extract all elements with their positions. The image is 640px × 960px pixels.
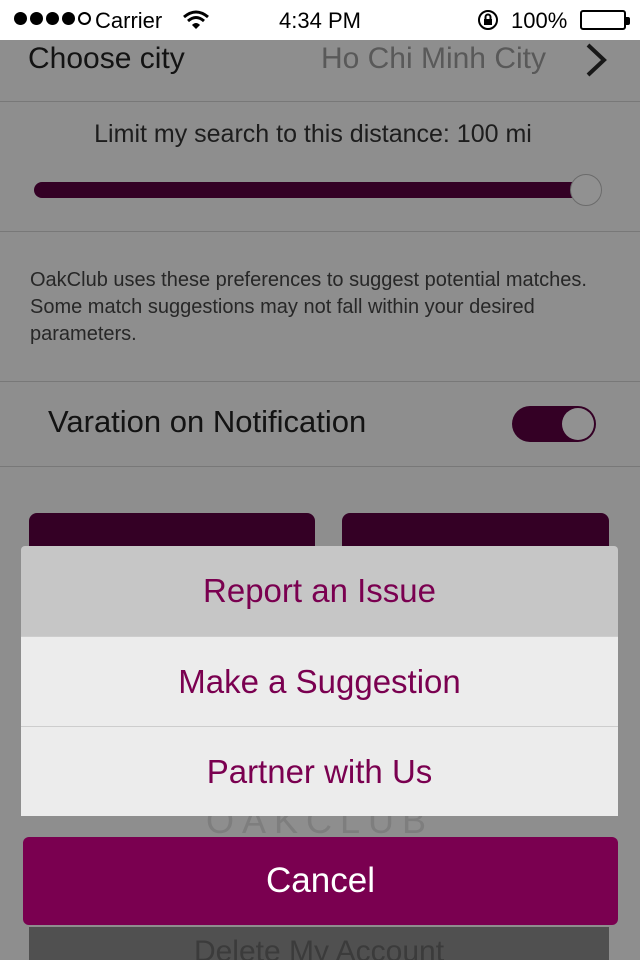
report-issue-button[interactable]: Report an Issue — [21, 546, 618, 636]
status-bar: Carrier 4:34 PM 100% — [0, 0, 640, 40]
battery-percent: 100% — [511, 8, 568, 33]
action-sheet: Report an Issue Make a Suggestion Partne… — [21, 546, 618, 816]
modal-dim-overlay[interactable] — [0, 40, 640, 960]
make-suggestion-button[interactable]: Make a Suggestion — [21, 636, 618, 726]
rotation-lock-icon — [476, 8, 500, 38]
battery-icon — [580, 10, 630, 30]
cancel-button[interactable]: Cancel — [23, 837, 618, 925]
partner-with-us-button[interactable]: Partner with Us — [21, 726, 618, 816]
